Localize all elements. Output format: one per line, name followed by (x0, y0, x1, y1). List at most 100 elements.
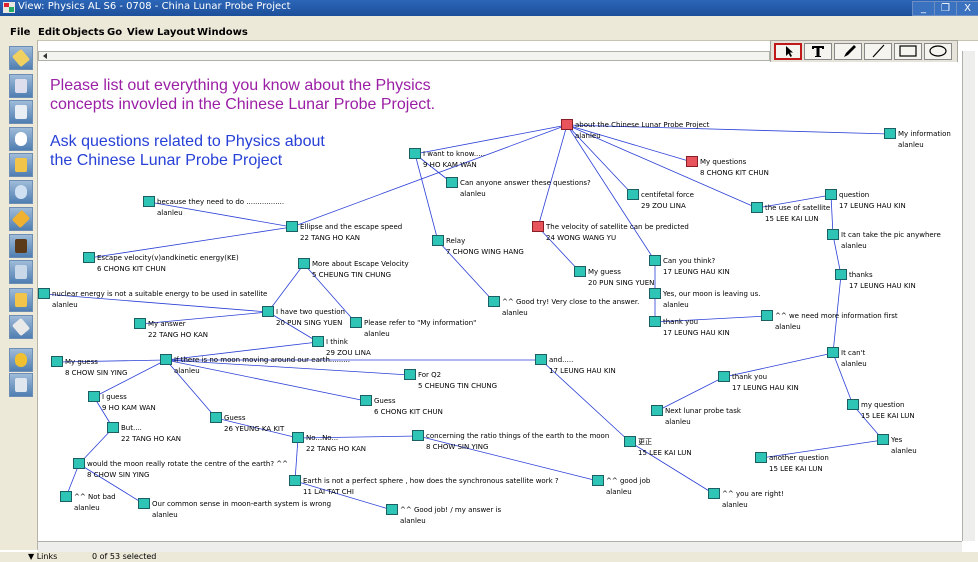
node-icon[interactable] (386, 504, 398, 515)
node-author: alanleu (606, 488, 632, 496)
node-icon[interactable] (289, 475, 301, 486)
node-icon[interactable] (649, 288, 661, 299)
node-icon[interactable] (651, 405, 663, 416)
node-icon[interactable] (107, 422, 119, 433)
concept-map-canvas[interactable]: Please list out everything you know abou… (38, 62, 962, 541)
node-icon[interactable] (884, 128, 896, 139)
node-icon[interactable] (350, 317, 362, 328)
node-text: My answer (148, 320, 186, 328)
menu-go[interactable]: Go (107, 27, 122, 38)
node-icon[interactable] (312, 336, 324, 347)
node-text: ^^ good job (606, 477, 651, 485)
pen-icon[interactable] (834, 43, 862, 60)
node-icon[interactable] (649, 255, 661, 266)
node-icon[interactable] (825, 189, 837, 200)
node-icon[interactable] (412, 430, 424, 441)
eraser-icon[interactable] (9, 100, 33, 124)
node-icon[interactable] (51, 356, 63, 367)
node-icon[interactable] (755, 452, 767, 463)
link-icon[interactable] (9, 207, 33, 231)
app-icon (3, 2, 15, 13)
brush-icon[interactable] (9, 315, 33, 339)
door-icon[interactable] (9, 373, 33, 397)
node-icon[interactable] (292, 432, 304, 443)
node-icon[interactable] (83, 252, 95, 263)
node-icon[interactable] (60, 491, 72, 502)
node-icon[interactable] (761, 310, 773, 321)
node-author: alanleu (152, 511, 178, 519)
rectangle-icon[interactable] (894, 43, 922, 60)
node-icon[interactable] (649, 316, 661, 327)
people-icon[interactable] (9, 234, 33, 258)
menu-view[interactable]: View (127, 27, 154, 38)
node-author: 22 TANG HO KAN (300, 234, 361, 242)
node-icon[interactable] (877, 434, 889, 445)
menu-edit[interactable]: Edit (38, 27, 60, 38)
zoom-icon[interactable] (9, 127, 33, 151)
node-text: If there is no moon moving around our ea… (174, 356, 350, 364)
node-icon[interactable] (592, 475, 604, 486)
node-text: Please refer to "My information" (364, 319, 477, 327)
node-icon[interactable] (160, 354, 172, 365)
node-icon[interactable] (286, 221, 298, 232)
scissors-icon[interactable] (9, 74, 33, 98)
pencil-icon[interactable] (9, 46, 33, 70)
node-text: ^^ we need more information first (775, 312, 898, 320)
node-icon[interactable] (532, 221, 544, 232)
node-icon[interactable] (624, 436, 636, 447)
node-text: ^^ Good try! Very close to the answer. (502, 298, 640, 306)
text-tool-icon[interactable] (804, 43, 832, 60)
node-icon[interactable] (134, 318, 146, 329)
menu-objects[interactable]: Objects (62, 27, 105, 38)
node-icon[interactable] (827, 347, 839, 358)
node-icon[interactable] (847, 399, 859, 410)
node-icon[interactable] (574, 266, 586, 277)
node-icon[interactable] (686, 156, 698, 167)
minimize-button[interactable]: _ (912, 1, 935, 16)
node-icon[interactable] (88, 391, 100, 402)
links-filter[interactable]: ▼ Links (28, 552, 57, 561)
node-icon[interactable] (360, 395, 372, 406)
ellipse-icon[interactable] (924, 43, 952, 60)
node-text: Guess (224, 414, 246, 422)
maximize-button[interactable]: ❐ (934, 1, 957, 16)
vertical-scrollbar[interactable] (962, 51, 975, 541)
node-icon[interactable] (38, 288, 50, 299)
bar-chart-icon[interactable] (9, 288, 33, 312)
node-icon[interactable] (561, 119, 573, 130)
line-icon[interactable] (864, 43, 892, 60)
node-icon[interactable] (535, 354, 547, 365)
search-icon[interactable] (9, 180, 33, 204)
close-button[interactable]: X (956, 1, 978, 16)
node-icon[interactable] (446, 177, 458, 188)
node-icon[interactable] (627, 189, 639, 200)
menu-layout[interactable]: Layout (157, 27, 195, 38)
node-author: 5 CHEUNG TIN CHUNG (312, 271, 391, 279)
node-icon[interactable] (404, 369, 416, 380)
node-icon[interactable] (751, 202, 763, 213)
menu-file[interactable]: File (10, 27, 30, 38)
node-icon[interactable] (143, 196, 155, 207)
node-author: alanleu (841, 242, 867, 250)
node-icon[interactable] (138, 498, 150, 509)
node-icon[interactable] (432, 235, 444, 246)
note-icon[interactable] (9, 153, 33, 177)
help-icon[interactable] (9, 348, 33, 372)
node-icon[interactable] (210, 412, 222, 423)
node-author: alanleu (157, 209, 183, 217)
node-icon[interactable] (73, 458, 85, 469)
node-icon[interactable] (827, 229, 839, 240)
node-icon[interactable] (488, 296, 500, 307)
node-icon[interactable] (409, 148, 421, 159)
node-icon[interactable] (835, 269, 847, 280)
node-icon[interactable] (262, 306, 274, 317)
menu-windows[interactable]: Windows (197, 27, 248, 38)
node-text: For Q2 (418, 371, 442, 379)
node-icon[interactable] (708, 488, 720, 499)
node-icon[interactable] (718, 371, 730, 382)
arrow-pointer-icon[interactable] (774, 43, 802, 60)
node-text: centifetal force (641, 191, 694, 199)
top-horizontal-scrollbar[interactable] (38, 51, 770, 61)
node-icon[interactable] (298, 258, 310, 269)
chart-icon[interactable] (9, 260, 33, 284)
